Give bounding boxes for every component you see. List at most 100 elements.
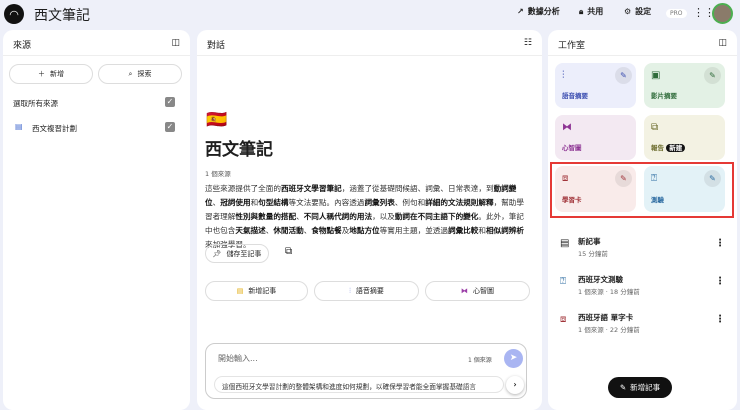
studio-panel: 工作室 ◫ ⫶ ✎ 語音摘要 ▣ ✎ 影片摘要 ⧓ 心智圖 ⧉ 報告 新建 ⧈ ✎ 學習卡 ⍰ ✎ 測… <box>548 30 737 410</box>
chip-label: 語音摘要 <box>355 287 384 295</box>
summary-segment: 地點方位 <box>349 226 380 235</box>
select-all-checkbox[interactable]: ✓ <box>165 97 175 107</box>
chip-label: 心智圖 <box>473 287 494 295</box>
tune-icon[interactable]: ☷ <box>524 38 532 48</box>
summary-segment: 休閒活動 <box>273 226 304 235</box>
summary-segment: 、 <box>296 212 304 221</box>
more-icon[interactable]: ⋮ <box>715 238 725 249</box>
highlight-box <box>550 162 734 218</box>
summary-segment: 詞彙比較 <box>448 226 479 235</box>
settings-label: 設定 <box>635 7 652 16</box>
audio-waveform-icon: ⫶ <box>562 70 565 81</box>
summary-segment: 詞彙列表 <box>364 198 395 207</box>
summary-segment: 等文法要點。內容透過 <box>288 198 365 207</box>
collapse-panel-icon[interactable]: ◫ <box>171 38 180 48</box>
note-item[interactable]: ▤ 新記事 15 分鐘前 ⋮ <box>560 236 725 264</box>
summary-segment: 冠詞使用 <box>220 198 251 207</box>
source-checkbox[interactable]: ✓ <box>165 122 175 132</box>
summary-segment: 食物點餐 <box>311 226 342 235</box>
quiz-icon: ⍰ <box>560 276 566 287</box>
document-icon: ▤ <box>15 122 23 131</box>
chip-mind-map[interactable]: ⧓ 心智圖 <box>425 281 530 301</box>
app-logo[interactable]: ◠ <box>4 4 24 24</box>
report-icon: ⧉ <box>651 122 659 133</box>
more-icon[interactable]: ⋮ <box>715 314 725 325</box>
share-button[interactable]: 🔒︎ 共用 <box>579 6 603 17</box>
note-icon: ▤ <box>560 238 570 249</box>
analytics-label: 數據分析 <box>527 7 560 16</box>
add-source-button[interactable]: ＋ 新增 <box>9 64 93 84</box>
settings-button[interactable]: ⚙ 設定 <box>624 6 651 17</box>
trend-icon: ↗ <box>517 7 524 16</box>
chip-label: 新增記事 <box>248 287 277 295</box>
source-count: 1 個來源 <box>205 170 231 178</box>
mindmap-icon: ⧓ <box>562 122 572 133</box>
studio-title: 工作室 <box>558 41 586 51</box>
chat-input-box: 開始輸入... 1 個來源 ➤ 這個西班牙文學習計劃的整體架構和進度如何規劃，以… <box>205 343 527 399</box>
summary-segment: ，涵蓋了從基礎問候語、詞彙、日常表達，到 <box>341 184 494 193</box>
search-sparkle-icon: ⌕ <box>128 69 133 78</box>
explore-label: 探索 <box>137 70 152 78</box>
flashcard-icon: ⧈ <box>560 314 567 325</box>
note-item[interactable]: ⧈ 西班牙語 單字卡 1 個來源 · 22 分鐘前 ⋮ <box>560 312 725 340</box>
summary-segment: 這些來源提供了全面的 <box>205 184 281 193</box>
pro-badge: PRO <box>666 9 687 18</box>
note-meta: 15 分鐘前 <box>578 250 608 258</box>
add-note-button[interactable]: ✎ 新增記事 <box>608 377 672 398</box>
source-item[interactable]: 西文複習計劃 <box>32 123 77 134</box>
send-button[interactable]: ➤ <box>504 349 523 368</box>
card-label: 報告 <box>651 144 664 152</box>
chip-add-note[interactable]: ▤ 新增記事 <box>205 281 308 301</box>
chip-audio-summary[interactable]: ⫶ 語音摘要 <box>314 281 419 301</box>
note-title: 西班牙文測驗 <box>578 275 623 284</box>
card-label-wrap: 報告 新建 <box>651 142 686 152</box>
select-all-label: 選取所有來源 <box>13 99 58 108</box>
lock-icon: 🔒︎ <box>579 6 584 16</box>
summary-segment: ，以及 <box>372 212 395 221</box>
note-icon: ▤ <box>236 287 244 295</box>
card-mind-map[interactable]: ⧓ 心智圖 <box>555 115 636 160</box>
edit-icon[interactable]: ✎ <box>704 67 721 84</box>
copy-icon[interactable]: ⧉ <box>285 246 292 257</box>
note-title: 西班牙語 單字卡 <box>578 313 634 322</box>
analytics-button[interactable]: ↗ 數據分析 <box>517 6 560 17</box>
notebook-heading: 西文筆記 <box>205 140 273 160</box>
next-suggestion-button[interactable]: › <box>506 376 524 394</box>
save-note-label: 儲存至記事 <box>226 249 262 258</box>
share-label: 共用 <box>587 7 604 16</box>
card-video-summary[interactable]: ▣ ✎ 影片摘要 <box>644 63 725 108</box>
input-source-count: 1 個來源 <box>468 357 492 364</box>
new-badge: 新建 <box>666 144 686 152</box>
summary-segment: 詳細的文法規則解釋 <box>425 198 494 207</box>
more-icon[interactable]: ⋮ <box>715 276 725 287</box>
note-item[interactable]: ⍰ 西班牙文測驗 1 個來源 · 18 分鐘前 ⋮ <box>560 274 725 302</box>
add-note-label: 新增記事 <box>630 383 661 392</box>
notebook-title[interactable]: 西文筆記 <box>34 5 90 25</box>
notebook-summary: 這些來源提供了全面的西班牙文學習筆記，涵蓋了從基礎問候語、詞彙、日常表達，到動詞… <box>205 182 531 252</box>
spain-flag-icon: 🇪🇸 <box>206 110 228 130</box>
summary-segment: 天氣描述 <box>235 226 266 235</box>
explore-button[interactable]: ⌕ 探索 <box>98 64 182 84</box>
chat-panel: 對話 ☷ 🇪🇸 西文筆記 1 個來源 這些來源提供了全面的西班牙文學習筆記，涵蓋了… <box>197 30 542 410</box>
collapse-panel-icon[interactable]: ◫ <box>718 38 727 48</box>
card-label: 語音摘要 <box>562 92 588 100</box>
summary-segment: 不同人稱代詞的用法 <box>303 212 373 221</box>
summary-segment: 性別與數量的搭配 <box>235 212 297 221</box>
summary-segment: 西班牙文學習筆記 <box>280 184 342 193</box>
chat-input[interactable]: 開始輸入... <box>218 353 258 364</box>
note-title: 新記事 <box>578 237 601 246</box>
plus-icon: ＋ <box>38 70 45 78</box>
suggestion-chip[interactable]: 這個西班牙文學習計劃的整體架構和進度如何規劃，以確保學習者能全面掌握基礎語言 <box>214 376 504 393</box>
audio-icon: ⫶ <box>349 286 351 295</box>
pencil-icon: ✎ <box>619 383 627 392</box>
add-label: 新增 <box>50 70 64 78</box>
summary-segment: 等實用主題，並透過 <box>379 226 448 235</box>
save-to-note-button[interactable]: 📌︎ 儲存至記事 <box>205 244 269 263</box>
chat-title: 對話 <box>207 41 226 51</box>
card-audio-summary[interactable]: ⫶ ✎ 語音摘要 <box>555 63 636 108</box>
card-label: 心智圖 <box>562 144 582 152</box>
summary-segment: 句型結構 <box>258 198 289 207</box>
card-report[interactable]: ⧉ 報告 新建 <box>644 115 725 160</box>
avatar[interactable] <box>712 3 733 24</box>
edit-icon[interactable]: ✎ <box>615 67 632 84</box>
